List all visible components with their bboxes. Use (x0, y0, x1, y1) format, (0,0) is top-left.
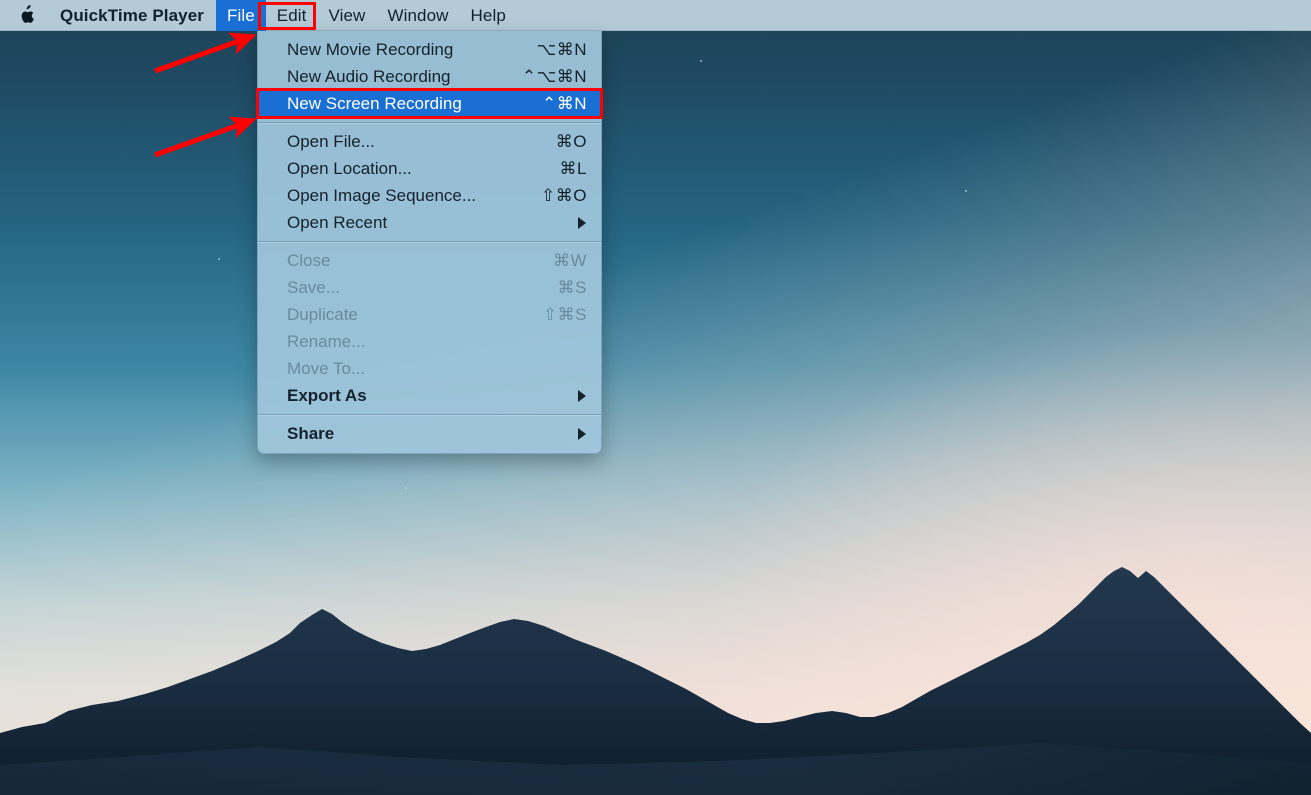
submenu-arrow-icon (578, 217, 586, 229)
mountain-silhouette (0, 465, 1311, 795)
menu-item-open-image-sequence[interactable]: Open Image Sequence... ⇧⌘O (258, 182, 601, 209)
menu-item-close: Close ⌘W (258, 247, 601, 274)
menu-item-new-movie-recording[interactable]: New Movie Recording ⌥⌘N (258, 36, 601, 63)
star-speck (700, 60, 702, 62)
menu-item-label: New Screen Recording (287, 94, 462, 114)
menu-item-label: Export As (287, 386, 367, 406)
menu-item-save: Save... ⌘S (258, 274, 601, 301)
menu-item-shortcut: ⌥⌘N (537, 40, 588, 60)
menu-item-label: Rename... (287, 332, 365, 352)
menu-item-label: Move To... (287, 359, 365, 379)
menu-item-move-to: Move To... (258, 355, 601, 382)
apple-logo-icon[interactable] (6, 0, 48, 31)
menu-item-label: New Audio Recording (287, 67, 450, 87)
menu-item-label: Save... (287, 278, 340, 298)
menu-item-label: Duplicate (287, 305, 358, 325)
menu-item-shortcut: ⌘S (558, 278, 588, 298)
menu-bar: QuickTime Player File Edit View Window H… (0, 0, 1311, 31)
menu-item-export-as[interactable]: Export As (258, 382, 601, 409)
menu-item-open-location[interactable]: Open Location... ⌘L (258, 155, 601, 182)
menu-item-duplicate: Duplicate ⇧⌘S (258, 301, 601, 328)
submenu-arrow-icon (578, 390, 586, 402)
menu-separator (258, 414, 601, 415)
file-dropdown-menu: New Movie Recording ⌥⌘N New Audio Recordin… (257, 31, 602, 454)
menubar-item-view[interactable]: View (317, 0, 376, 31)
menu-item-label: Open Image Sequence... (287, 186, 476, 206)
menubar-item-window[interactable]: Window (376, 0, 459, 31)
menubar-app-name: QuickTime Player (48, 0, 216, 31)
menu-item-label: New Movie Recording (287, 40, 453, 60)
menu-item-new-audio-recording[interactable]: New Audio Recording ⌃⌥⌘N (258, 63, 601, 90)
star-speck (218, 258, 220, 260)
menu-item-open-recent[interactable]: Open Recent (258, 209, 601, 236)
menubar-item-help[interactable]: Help (460, 0, 517, 31)
star-speck (965, 190, 967, 192)
menu-item-shortcut: ⌃⌘N (542, 94, 588, 114)
menu-item-new-screen-recording[interactable]: New Screen Recording ⌃⌘N (258, 90, 601, 117)
menu-item-label: Open Location... (287, 159, 412, 179)
submenu-arrow-icon (578, 428, 586, 440)
desktop-wallpaper (0, 0, 1311, 795)
menu-item-open-file[interactable]: Open File... ⌘O (258, 128, 601, 155)
menu-item-rename: Rename... (258, 328, 601, 355)
menubar-item-file[interactable]: File (216, 0, 266, 31)
menubar-item-edit[interactable]: Edit (266, 0, 318, 31)
menu-item-shortcut: ⌘L (560, 159, 588, 179)
menu-item-label: Open Recent (287, 213, 387, 233)
menu-item-label: Share (287, 424, 334, 444)
menu-item-share[interactable]: Share (258, 420, 601, 447)
menu-item-shortcut: ⇧⌘S (543, 305, 588, 325)
menu-separator (258, 122, 601, 123)
menu-item-shortcut: ⇧⌘O (541, 186, 588, 206)
menu-item-label: Close (287, 251, 330, 271)
menu-item-shortcut: ⌃⌥⌘N (522, 67, 588, 87)
menu-separator (258, 241, 601, 242)
menu-item-shortcut: ⌘W (553, 251, 588, 271)
menu-item-shortcut: ⌘O (556, 132, 588, 152)
menu-item-label: Open File... (287, 132, 375, 152)
